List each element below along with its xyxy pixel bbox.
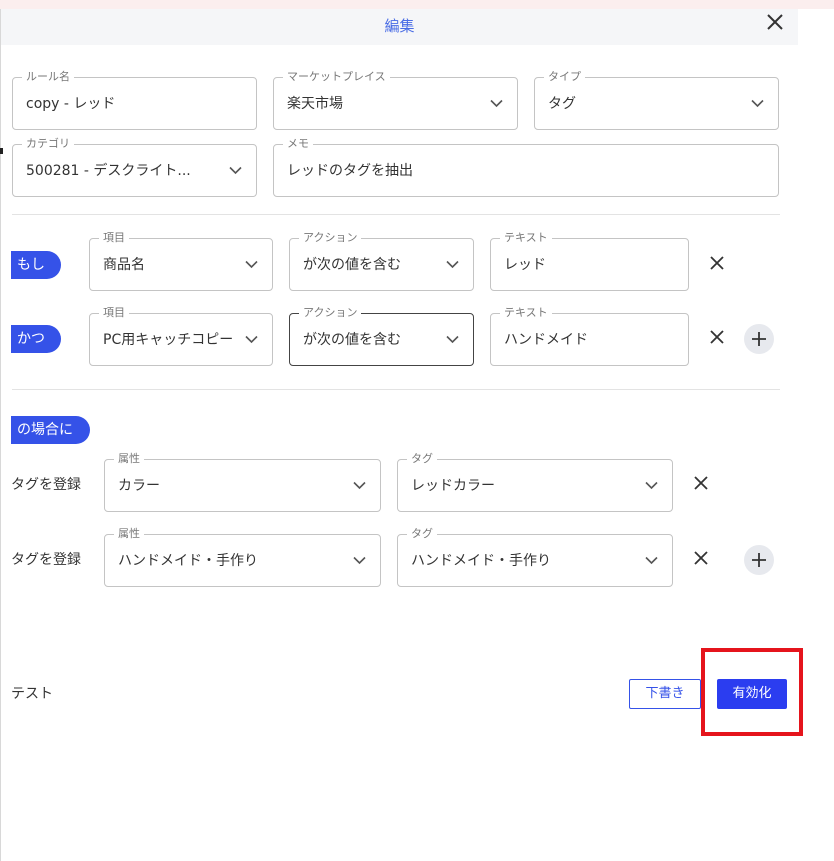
then-pill: の場合に: [11, 416, 90, 444]
field-value: ハンドメイド・手作り: [118, 553, 258, 569]
field-label: 属性: [114, 527, 144, 541]
draft-button[interactable]: 下書き: [629, 679, 701, 709]
remove-icon[interactable]: [691, 548, 711, 568]
action-label: タグを登録: [11, 477, 81, 493]
remove-icon[interactable]: [691, 473, 711, 493]
field-label: タグ: [407, 452, 437, 466]
attribute-select[interactable]: 属性 ハンドメイド・手作り: [104, 527, 381, 587]
condition-item-select[interactable]: 項目 PC用キャッチコピー: [89, 306, 273, 366]
attribute-select[interactable]: 属性 カラー: [104, 452, 381, 512]
condition-connector-if: もし: [11, 251, 61, 279]
add-action-button[interactable]: [744, 545, 774, 575]
remove-icon[interactable]: [707, 327, 727, 347]
rule-name-field[interactable]: ルール名 copy - レッド: [12, 70, 257, 130]
field-label: タイプ: [544, 70, 585, 84]
field-value: が次の値を含む: [303, 332, 401, 348]
condition-text-input[interactable]: テキスト ハンドメイド: [490, 306, 689, 366]
divider: [12, 389, 780, 390]
test-link[interactable]: テスト: [11, 683, 53, 703]
marketplace-select[interactable]: マーケットプレイス 楽天市場: [273, 70, 518, 130]
field-label: テキスト: [500, 306, 552, 320]
field-value: 楽天市場: [287, 96, 343, 112]
plus-icon: [752, 332, 766, 346]
category-select[interactable]: カテゴリ 500281 - デスクライト...: [12, 137, 257, 197]
memo-field[interactable]: メモ レッドのタグを抽出: [273, 137, 779, 197]
field-value: copy - レッド: [26, 96, 116, 112]
chevron-down-icon: [446, 260, 459, 269]
condition-action-select[interactable]: アクション が次の値を含む: [289, 306, 474, 366]
text-cursor: [0, 148, 3, 154]
divider: [12, 214, 780, 215]
plus-icon: [752, 553, 766, 567]
chevron-down-icon: [353, 481, 366, 490]
field-value: ハンドメイド: [504, 332, 588, 348]
field-value: 商品名: [103, 257, 145, 273]
panel-left-border: [0, 9, 1, 861]
field-value: 500281 - デスクライト...: [26, 163, 191, 179]
field-value: が次の値を含む: [303, 257, 401, 273]
chevron-down-icon: [245, 260, 258, 269]
tag-select[interactable]: タグ ハンドメイド・手作り: [397, 527, 673, 587]
condition-text-input[interactable]: テキスト レッド: [490, 231, 689, 291]
condition-action-select[interactable]: アクション が次の値を含む: [289, 231, 474, 291]
condition-item-select[interactable]: 項目 商品名: [89, 231, 273, 291]
field-value: レッドのタグを抽出: [287, 163, 413, 179]
field-label: 属性: [114, 452, 144, 466]
chevron-down-icon: [245, 335, 258, 344]
field-value: PC用キャッチコピー: [103, 332, 234, 348]
field-label: ルール名: [22, 70, 74, 84]
chevron-down-icon: [490, 99, 503, 108]
field-value: タグ: [548, 96, 576, 112]
top-strip: [0, 0, 834, 9]
tag-select[interactable]: タグ レッドカラー: [397, 452, 673, 512]
type-select[interactable]: タイプ タグ: [534, 70, 779, 130]
add-condition-button[interactable]: [744, 324, 774, 354]
condition-connector-and: かつ: [11, 325, 61, 353]
field-label: アクション: [299, 231, 362, 245]
action-label: タグを登録: [11, 552, 81, 568]
dialog-header: 編集: [1, 9, 798, 45]
field-label: カテゴリ: [22, 137, 74, 151]
chevron-down-icon: [645, 556, 658, 565]
chevron-down-icon: [645, 481, 658, 490]
close-icon[interactable]: [763, 10, 787, 34]
field-label: メモ: [283, 137, 313, 151]
field-value: ハンドメイド・手作り: [411, 553, 551, 569]
field-value: レッドカラー: [411, 478, 495, 494]
field-label: テキスト: [500, 231, 552, 245]
remove-icon[interactable]: [707, 253, 727, 273]
field-label: タグ: [407, 527, 437, 541]
field-value: レッド: [504, 257, 546, 273]
field-label: アクション: [299, 306, 362, 320]
enable-button[interactable]: 有効化: [717, 679, 787, 709]
field-value: カラー: [118, 478, 160, 494]
field-label: 項目: [99, 306, 129, 320]
dialog-title: 編集: [384, 17, 415, 35]
field-label: マーケットプレイス: [283, 70, 390, 84]
field-label: 項目: [99, 231, 129, 245]
chevron-down-icon: [229, 166, 242, 175]
chevron-down-icon: [751, 99, 764, 108]
chevron-down-icon: [446, 335, 459, 344]
chevron-down-icon: [353, 556, 366, 565]
